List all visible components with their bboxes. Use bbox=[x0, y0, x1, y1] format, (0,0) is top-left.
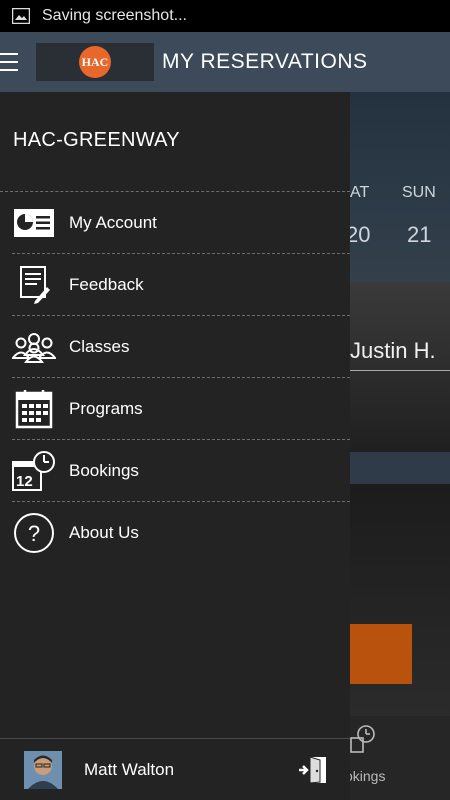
question-icon: ? bbox=[12, 511, 56, 555]
navigation-drawer: HAC-GREENWAY My Account Feedback Classes… bbox=[0, 92, 350, 800]
drawer-menu: My Account Feedback Classes Programs 12 … bbox=[0, 192, 350, 564]
menu-item-about-us[interactable]: ? About Us bbox=[12, 502, 350, 564]
bookings-nav-icon[interactable] bbox=[350, 724, 376, 754]
menu-item-label: Programs bbox=[69, 398, 143, 418]
svg-text:?: ? bbox=[28, 521, 40, 546]
menu-icon[interactable] bbox=[0, 32, 36, 92]
menu-item-label: Classes bbox=[69, 336, 130, 356]
app-bar: HAC MY RESERVATIONS bbox=[0, 32, 450, 92]
menu-item-label: About Us bbox=[69, 523, 139, 542]
status-bar: Saving screenshot... bbox=[0, 0, 450, 32]
menu-item-label: My Account bbox=[69, 212, 157, 232]
menu-item-feedback[interactable]: Feedback bbox=[12, 254, 350, 316]
menu-item-label: Bookings bbox=[69, 460, 139, 480]
drawer-header: HAC-GREENWAY bbox=[0, 92, 350, 192]
menu-item-programs[interactable]: Programs bbox=[12, 378, 350, 440]
book-button[interactable] bbox=[350, 624, 412, 684]
menu-item-label: Feedback bbox=[69, 274, 144, 294]
bookings-nav-label[interactable]: okings bbox=[345, 768, 385, 784]
calendar-icon bbox=[12, 387, 56, 431]
logo: HAC bbox=[36, 43, 154, 81]
day-label-sat[interactable]: AT bbox=[350, 184, 369, 202]
logout-icon[interactable] bbox=[298, 755, 328, 785]
logo-mark: HAC bbox=[79, 46, 111, 78]
status-text: Saving screenshot... bbox=[42, 7, 187, 24]
menu-item-my-account[interactable]: My Account bbox=[12, 192, 350, 254]
image-icon bbox=[12, 8, 30, 24]
user-name: Matt Walton bbox=[84, 759, 175, 779]
group-icon bbox=[12, 325, 56, 369]
menu-item-classes[interactable]: Classes bbox=[12, 316, 350, 378]
menu-item-bookings[interactable]: 12 Bookings bbox=[12, 440, 350, 502]
brand-name: HAC-GREENWAY bbox=[13, 129, 180, 151]
calendar-clock-icon: 12 bbox=[12, 449, 56, 493]
drawer-footer: Matt Walton bbox=[0, 738, 350, 800]
bookings-calendar-number: 12 bbox=[16, 473, 33, 490]
avatar[interactable] bbox=[24, 750, 62, 789]
page-title: MY RESERVATIONS bbox=[162, 50, 368, 73]
instructor-name: Justin H. bbox=[350, 338, 436, 363]
date-21[interactable]: 21 bbox=[407, 222, 431, 248]
account-card-icon bbox=[12, 201, 56, 245]
divider bbox=[350, 370, 450, 371]
day-label-sun[interactable]: SUN bbox=[402, 184, 436, 202]
feedback-icon bbox=[12, 263, 56, 307]
